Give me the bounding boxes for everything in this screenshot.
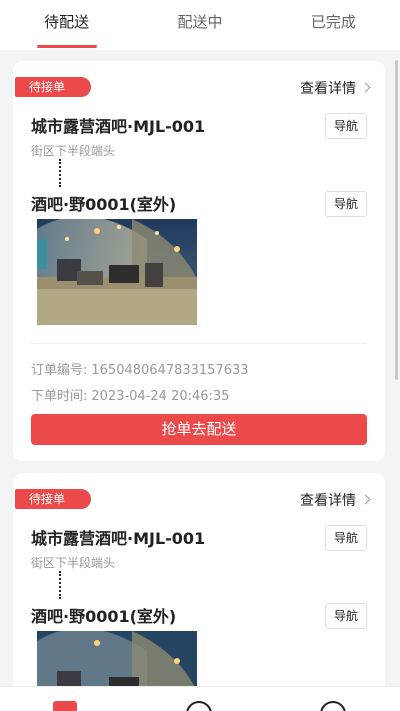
circle-icon[interactable]	[186, 701, 212, 711]
navigate-destination-button[interactable]: 导航	[325, 603, 367, 629]
destination-name: 酒吧·野0001(室外)	[31, 195, 177, 214]
order-time: 下单时间: 2023-04-24 20:46:35	[31, 385, 229, 404]
view-details-label: 查看详情	[300, 81, 356, 97]
shop-name: 城市露营酒吧·MJL-001	[31, 117, 206, 136]
order-card: 待接单 查看详情 城市露营酒吧·MJL-001 街区下半段端头 导航 酒吧·野0…	[13, 61, 385, 461]
route-connector	[59, 159, 61, 187]
tab-delivering[interactable]: 配送中	[133, 0, 266, 50]
shop-address: 街区下半段端头	[31, 556, 116, 570]
tab-pending[interactable]: 待配送	[0, 0, 133, 50]
view-details-link[interactable]: 查看详情	[300, 490, 371, 510]
shop-address: 街区下半段端头	[31, 144, 116, 158]
route-connector	[59, 571, 61, 599]
order-time-value: 2023-04-24 20:46:35	[91, 389, 230, 404]
chevron-right-icon	[360, 82, 371, 92]
tab-bar: 待配送 配送中 已完成	[0, 0, 400, 50]
status-badge: 待接单	[15, 489, 91, 509]
bottom-nav	[0, 686, 400, 711]
order-number: 订单编号: 1650480647833157633	[31, 359, 249, 378]
order-card: 待接单 查看详情 城市露营酒吧·MJL-001 街区下半段端头 导航 酒吧·野0…	[13, 473, 385, 711]
view-details-link[interactable]: 查看详情	[300, 78, 371, 98]
orders-icon[interactable]	[53, 701, 77, 711]
shop-name: 城市露营酒吧·MJL-001	[31, 529, 206, 548]
status-badge: 待接单	[15, 77, 91, 97]
destination-name: 酒吧·野0001(室外)	[31, 607, 177, 626]
navigate-shop-button[interactable]: 导航	[325, 113, 367, 139]
order-number-label: 订单编号:	[31, 363, 88, 378]
chevron-right-icon	[360, 494, 371, 504]
venue-photo	[37, 219, 197, 325]
order-number-value: 1650480647833157633	[91, 363, 249, 378]
divider	[31, 343, 367, 344]
order-time-label: 下单时间:	[31, 389, 88, 404]
view-details-label: 查看详情	[300, 493, 356, 509]
navigate-shop-button[interactable]: 导航	[325, 525, 367, 551]
tab-completed[interactable]: 已完成	[267, 0, 400, 50]
profile-icon[interactable]	[320, 701, 346, 711]
scrollbar[interactable]	[395, 60, 398, 380]
navigate-destination-button[interactable]: 导航	[325, 191, 367, 217]
grab-order-button[interactable]: 抢单去配送	[31, 414, 367, 445]
